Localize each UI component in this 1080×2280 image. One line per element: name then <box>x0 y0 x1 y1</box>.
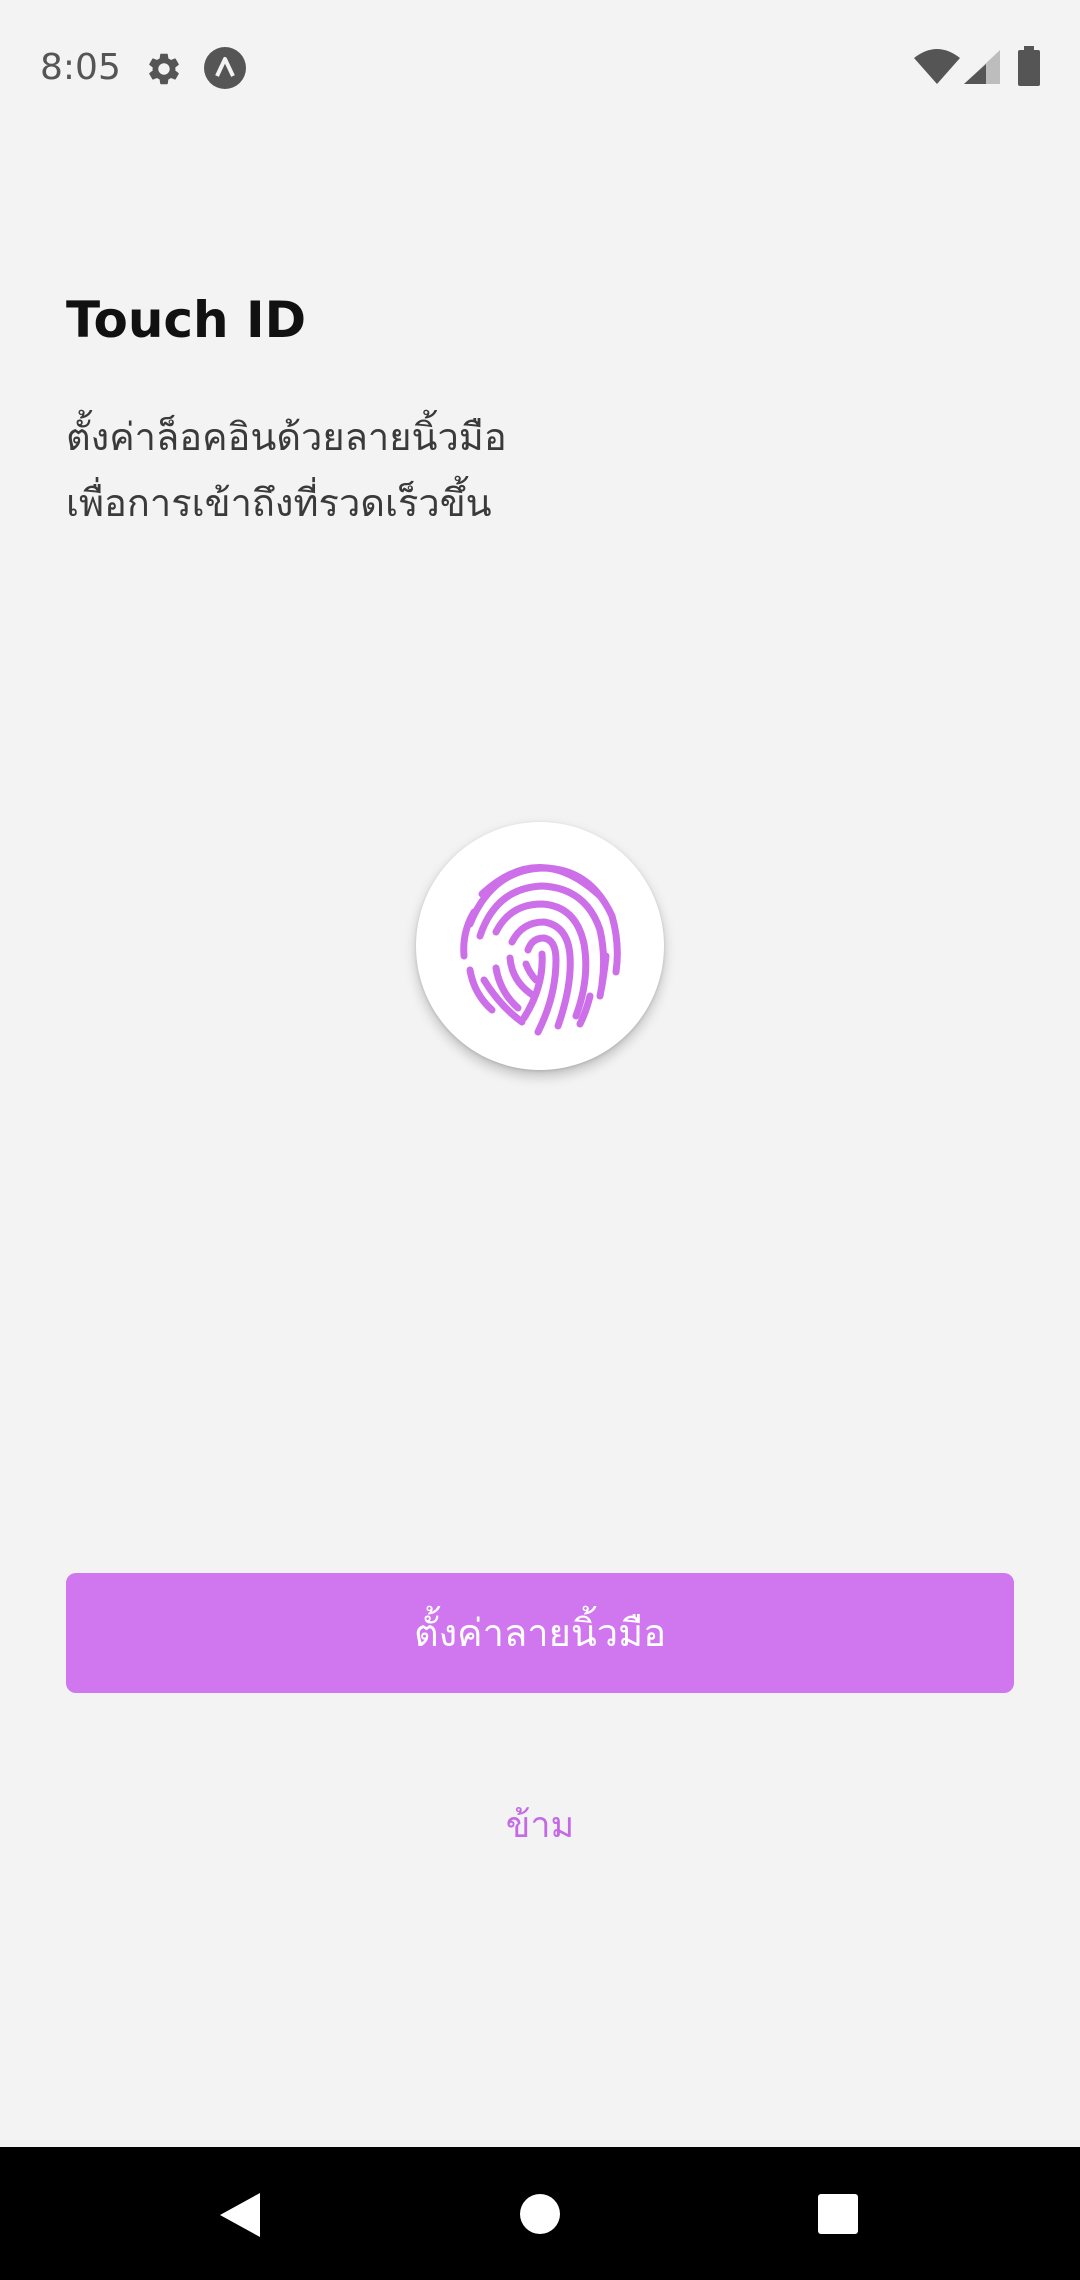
a-circle-icon <box>204 47 246 89</box>
setup-fingerprint-button[interactable]: ตั้งค่าลายนิ้วมือ <box>66 1573 1014 1693</box>
fingerprint-badge <box>416 822 664 1070</box>
page-subtitle: ตั้งค่าล็อคอินด้วยลายนิ้วมือ เพื่อการเข้… <box>66 404 966 536</box>
system-nav-bar <box>0 2147 1080 2280</box>
home-icon[interactable] <box>520 2194 560 2234</box>
wifi-icon <box>914 49 960 84</box>
skip-button[interactable]: ข้าม <box>440 1796 640 1856</box>
subtitle-line: เพื่อการเข้าถึงที่รวดเร็วขึ้น <box>66 481 492 525</box>
back-icon[interactable] <box>218 2191 262 2239</box>
fingerprint-icon <box>460 864 621 1036</box>
gear-icon <box>149 53 179 85</box>
status-bar: 8:05 <box>0 0 1080 136</box>
battery-icon <box>1018 46 1040 86</box>
signal-icon <box>964 50 1000 84</box>
status-time: 8:05 <box>40 47 121 88</box>
page-title: Touch ID <box>66 291 307 349</box>
subtitle-line: ตั้งค่าล็อคอินด้วยลายนิ้วมือ <box>66 415 507 459</box>
recents-icon[interactable] <box>818 2194 858 2234</box>
